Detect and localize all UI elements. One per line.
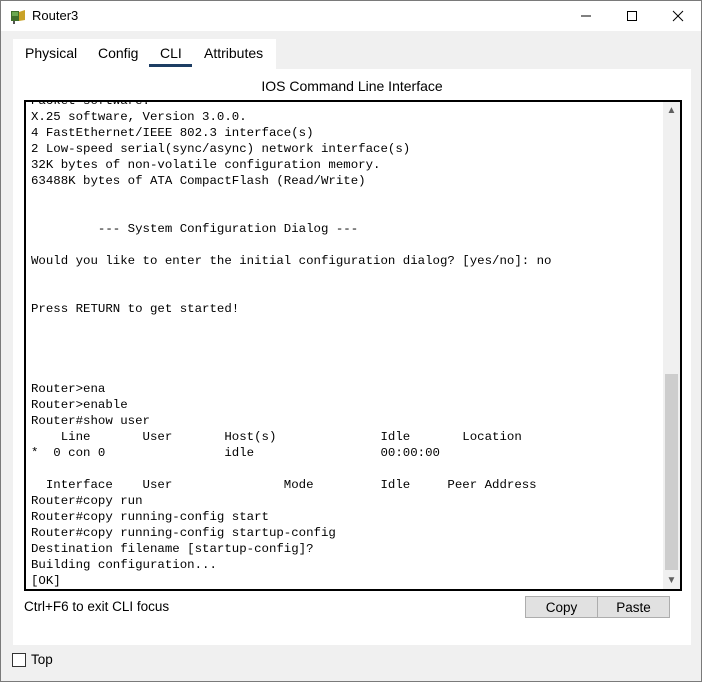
cli-panel: IOS Command Line Interface Packet softwa… (13, 69, 691, 645)
router-icon (10, 8, 26, 24)
router-window: Router3 Physical Config CLI Attributes I… (0, 0, 702, 682)
copy-button[interactable]: Copy (525, 596, 598, 618)
close-button[interactable] (655, 1, 701, 31)
top-checkbox[interactable] (12, 653, 26, 667)
panel-title: IOS Command Line Interface (261, 78, 443, 94)
text-cursor (83, 589, 84, 591)
tab-physical[interactable]: Physical (25, 45, 77, 61)
console-scrollbar[interactable]: ▲ ▼ (663, 102, 680, 589)
console-text: Packet software. X.25 software, Version … (31, 100, 552, 588)
maximize-button[interactable] (609, 1, 655, 31)
minimize-button[interactable] (563, 1, 609, 31)
cli-console[interactable]: Packet software. X.25 software, Version … (24, 100, 682, 591)
tab-attributes[interactable]: Attributes (204, 45, 263, 61)
scroll-up-arrow-icon[interactable]: ▲ (663, 102, 680, 119)
cli-focus-hint: Ctrl+F6 to exit CLI focus (24, 599, 170, 614)
window-title: Router3 (32, 8, 79, 23)
scroll-thumb[interactable] (665, 374, 678, 570)
console-output[interactable]: Packet software. X.25 software, Version … (31, 100, 659, 591)
scroll-down-arrow-icon[interactable]: ▼ (663, 572, 680, 589)
paste-button[interactable]: Paste (597, 596, 670, 618)
active-tab-indicator (149, 64, 192, 67)
top-checkbox-label: Top (31, 652, 53, 667)
title-bar[interactable]: Router3 (1, 1, 701, 31)
tab-cli[interactable]: CLI (160, 45, 182, 61)
tab-config[interactable]: Config (98, 45, 138, 61)
